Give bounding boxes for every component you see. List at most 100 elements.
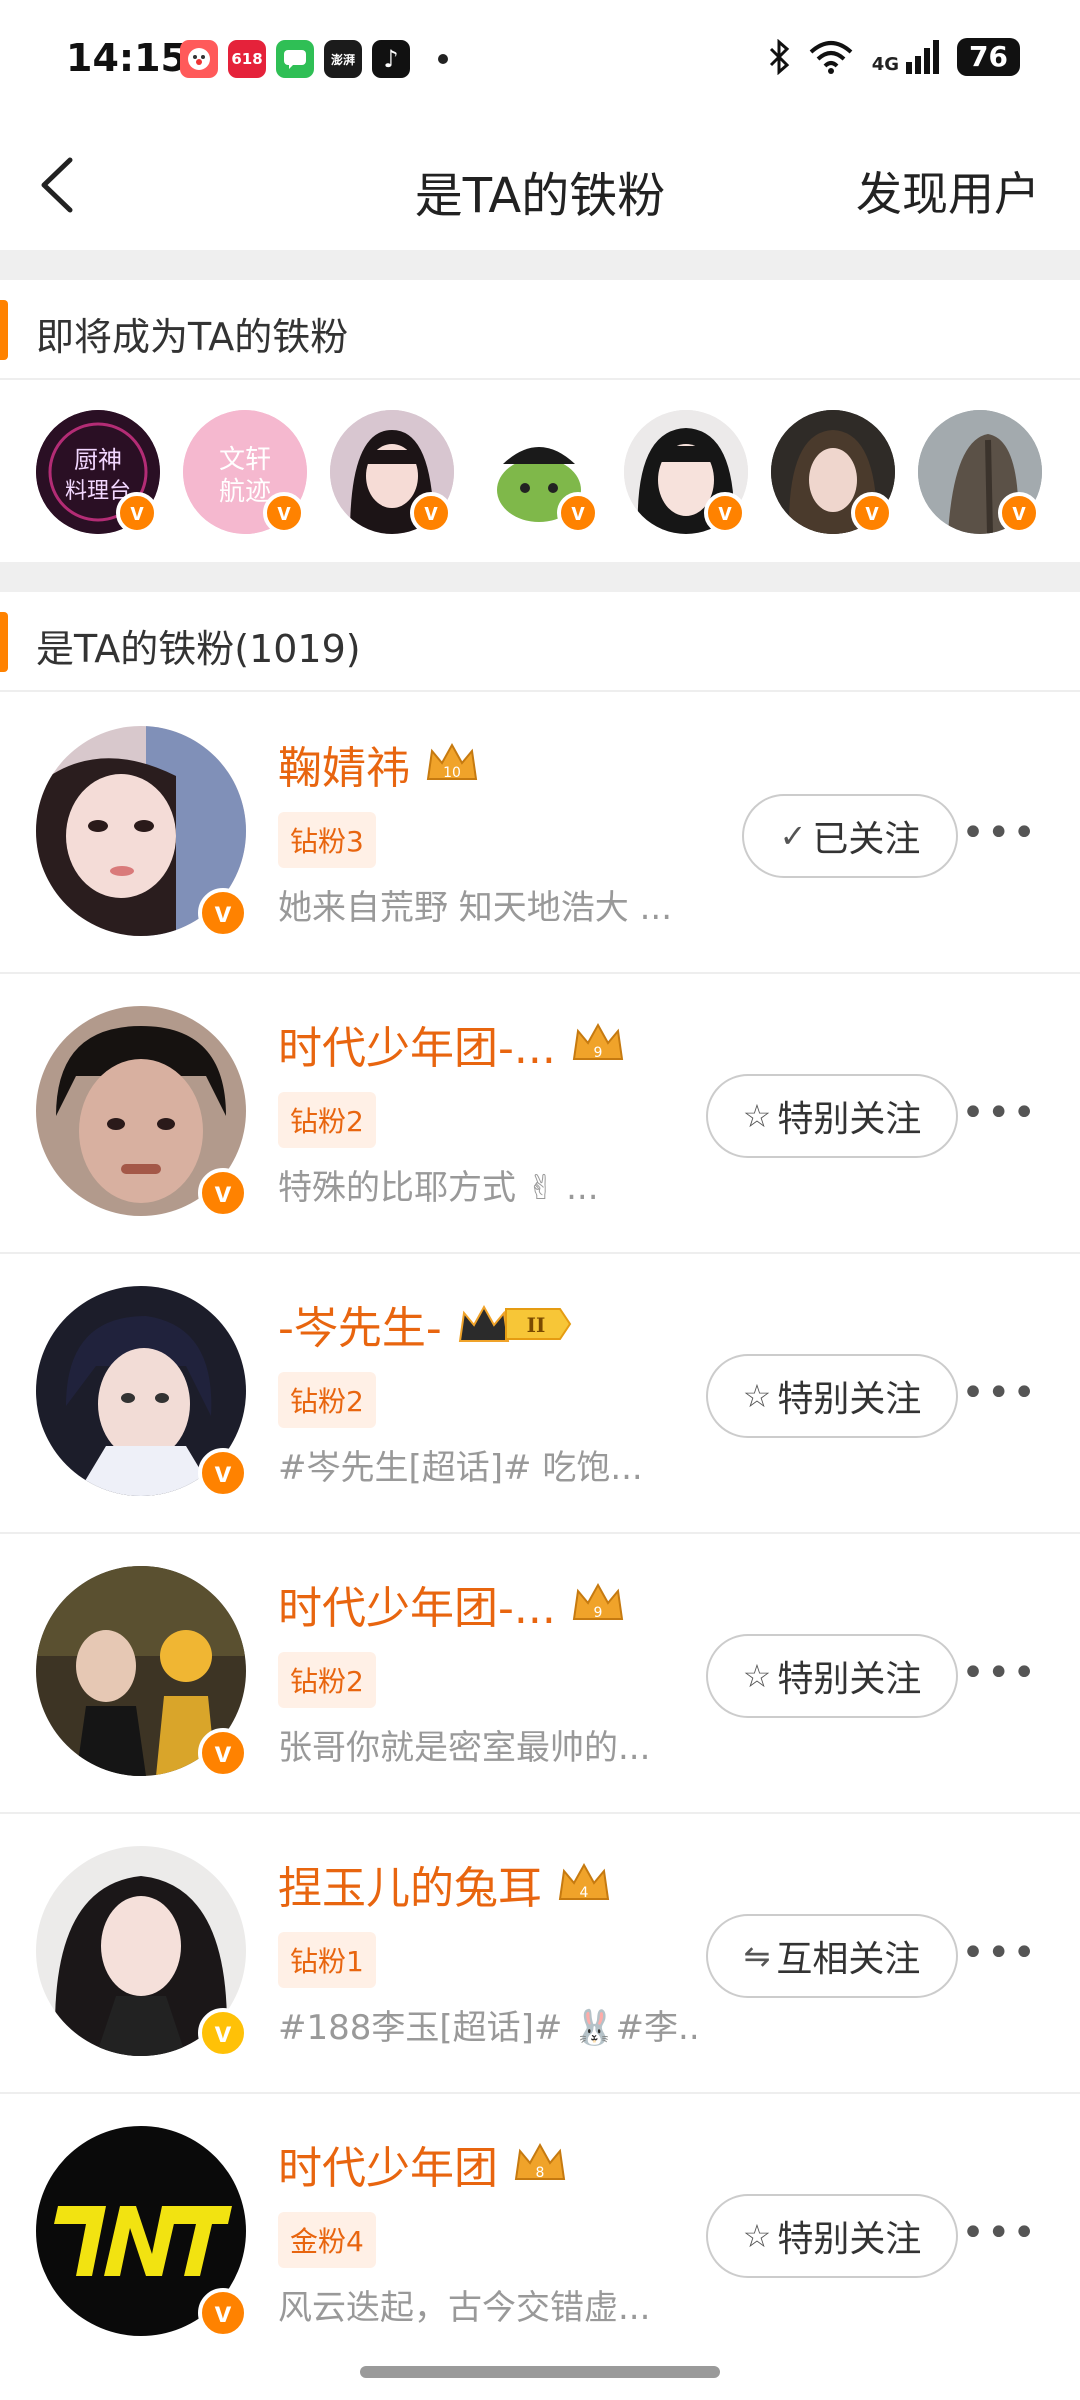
status-time: 14:15 xyxy=(66,36,187,80)
special-follow-button[interactable]: ☆ 特别关注 xyxy=(706,1074,958,1158)
fan-description: 她来自荒野 知天地浩大 ... xyxy=(278,888,673,928)
fans-section-header: 是TA的铁粉(1019) xyxy=(0,592,1080,692)
navigation-bar: 是TA的铁粉 发现用户 xyxy=(0,120,1080,250)
fan-list-item[interactable]: v 鞠婧祎 10 钻粉3 她来自荒野 知天地浩大 ... ✓ 已关注 ••• xyxy=(0,694,1080,974)
special-follow-button[interactable]: ☆ 特别关注 xyxy=(706,2194,958,2278)
fan-name[interactable]: 时代少年团-... xyxy=(278,1012,556,1076)
verified-badge-icon: v xyxy=(198,1168,248,1218)
fan-list-item[interactable]: v 捏玉儿的兔耳 4 钻粉1 #188李玉[超话]# 🐰#李... ⇋ 互相关注… xyxy=(0,1814,1080,2094)
fan-description: 风云迭起，古今交错虚... xyxy=(278,2288,651,2328)
fan-description: 特殊的比耶方式 ✌ ... xyxy=(278,1168,599,1208)
star-icon: ☆ xyxy=(742,1657,772,1695)
shopping-618-app-icon: 618 xyxy=(228,40,266,78)
fan-name[interactable]: 捏玉儿的兔耳 xyxy=(278,1852,542,1916)
mutual-follow-button[interactable]: ⇋ 互相关注 xyxy=(706,1914,958,1998)
fan-name[interactable]: 鞠婧祎 xyxy=(278,732,410,796)
upcoming-fans-strip: 厨神 料理台 文轩 航迹 v v v v v v v xyxy=(0,382,1080,562)
verified-badge-icon: v xyxy=(704,492,746,534)
crown-badge-icon: 9 xyxy=(572,1022,623,1061)
svg-text:8: 8 xyxy=(536,2165,545,2181)
clown-app-icon xyxy=(180,40,218,78)
more-options-icon[interactable]: ••• xyxy=(961,813,1038,853)
fan-description: #岑先生[超话]# 吃饱... xyxy=(278,1448,643,1488)
bluetooth-icon xyxy=(769,39,789,75)
home-indicator[interactable] xyxy=(360,2366,720,2378)
fan-name-row: 鞠婧祎 10 xyxy=(278,732,480,796)
check-icon: ✓ xyxy=(779,817,807,855)
more-options-icon[interactable]: ••• xyxy=(961,1373,1038,1413)
status-right: 4G 76 xyxy=(768,38,1020,76)
fan-name-row: 时代少年团 8 xyxy=(278,2132,568,2196)
fan-name[interactable]: 时代少年团 xyxy=(278,2132,498,2196)
network-type: 4G xyxy=(871,54,900,75)
cellular-signal: 4G xyxy=(871,40,940,75)
verified-badge-icon: v xyxy=(851,492,893,534)
fan-level-tag: 钻粉2 xyxy=(278,1372,376,1428)
more-options-icon[interactable]: ••• xyxy=(961,2213,1038,2253)
battery-indicator: 76 xyxy=(957,38,1020,76)
upcoming-fans-title: 即将成为TA的铁粉 xyxy=(36,315,349,359)
wifi-icon xyxy=(809,41,853,74)
fan-level-tag: 钻粉2 xyxy=(278,1652,376,1708)
verified-badge-icon: v xyxy=(557,492,599,534)
fan-description: 张哥你就是密室最帅的... xyxy=(278,1728,651,1768)
verified-badge-icon: v xyxy=(116,492,158,534)
verified-badge-icon: v xyxy=(998,492,1040,534)
fans-section-title: 是TA的铁粉(1019) xyxy=(36,627,361,671)
verified-badge-icon: v xyxy=(198,2288,248,2338)
fan-name-row: -岑先生- II xyxy=(278,1292,572,1356)
svg-text:厨神: 厨神 xyxy=(74,446,122,474)
tiktok-app-label: ♪ xyxy=(383,45,399,73)
section-divider xyxy=(0,250,1080,280)
special-follow-label: 特别关注 xyxy=(777,1379,922,1420)
more-options-icon[interactable]: ••• xyxy=(961,1093,1038,1133)
tiktok-app-icon: ♪ xyxy=(372,40,410,78)
crown-badge-icon: 9 xyxy=(572,1582,623,1621)
fan-name-row: 时代少年团-... 9 xyxy=(278,1572,626,1636)
star-icon: ☆ xyxy=(742,1377,772,1415)
fan-name-row: 时代少年团-... 9 xyxy=(278,1012,626,1076)
star-icon: ☆ xyxy=(742,1097,772,1135)
svg-text:4: 4 xyxy=(580,1885,589,1901)
special-follow-button[interactable]: ☆ 特别关注 xyxy=(706,1354,958,1438)
verified-badge-icon: v xyxy=(410,492,452,534)
verified-badge-icon: v xyxy=(263,492,305,534)
fan-list-item[interactable]: v 时代少年团-... 9 钻粉2 特殊的比耶方式 ✌ ... ☆ 特别关注 •… xyxy=(0,974,1080,1254)
status-app-icons: 618 澎湃 ♪ xyxy=(180,40,448,78)
verified-badge-icon: v xyxy=(198,1728,248,1778)
more-options-icon[interactable]: ••• xyxy=(961,1933,1038,1973)
fan-list-item[interactable]: v -岑先生- II 钻粉2 #岑先生[超话]# 吃饱... ☆ 特别关注 ••… xyxy=(0,1254,1080,1534)
verified-badge-icon: v xyxy=(198,888,248,938)
fan-name[interactable]: -岑先生- xyxy=(278,1292,442,1356)
crown-level-badge-icon: II xyxy=(458,1304,571,1342)
special-follow-label: 特别关注 xyxy=(777,1099,922,1140)
verified-badge-icon: v xyxy=(198,2008,248,2058)
followed-button-label: 已关注 xyxy=(812,819,921,860)
discover-users-button[interactable]: 发现用户 xyxy=(856,158,1040,224)
fan-level-tag: 钻粉2 xyxy=(278,1092,376,1148)
svg-text:II: II xyxy=(526,1313,545,1337)
fan-description: #188李玉[超话]# 🐰#李... xyxy=(278,2008,698,2048)
fan-name[interactable]: 时代少年团-... xyxy=(278,1572,556,1636)
special-follow-label: 特别关注 xyxy=(777,1659,922,1700)
status-bar: 14:15 618 澎湃 ♪ 4G 76 xyxy=(0,0,1080,120)
upcoming-fans-header: 即将成为TA的铁粉 xyxy=(0,280,1080,380)
more-options-icon[interactable]: ••• xyxy=(961,1653,1038,1693)
fan-name-row: 捏玉儿的兔耳 4 xyxy=(278,1852,612,1916)
section-accent-bar xyxy=(0,612,8,672)
star-icon: ☆ xyxy=(742,2217,772,2255)
shopping-app-label: 618 xyxy=(231,50,263,68)
news-app-label: 澎湃 xyxy=(330,52,355,67)
fan-list-item[interactable]: v 时代少年团 8 金粉4 风云迭起，古今交错虚... ☆ 特别关注 ••• xyxy=(0,2094,1080,2374)
fan-list-item[interactable]: v 时代少年团-... 9 钻粉2 张哥你就是密室最帅的... ☆ 特别关注 •… xyxy=(0,1534,1080,1814)
crown-badge-icon: 8 xyxy=(514,2142,566,2181)
svg-text:文轩: 文轩 xyxy=(219,445,271,475)
special-follow-button[interactable]: ☆ 特别关注 xyxy=(706,1634,958,1718)
followed-button[interactable]: ✓ 已关注 xyxy=(742,794,958,878)
fan-level-tag: 钻粉1 xyxy=(278,1932,376,1988)
chat-app-icon xyxy=(276,40,314,78)
mutual-icon: ⇋ xyxy=(743,1937,771,1975)
fan-level-tag: 金粉4 xyxy=(278,2212,376,2268)
verified-badge-icon: v xyxy=(198,1448,248,1498)
svg-text:航迹: 航迹 xyxy=(219,477,271,507)
